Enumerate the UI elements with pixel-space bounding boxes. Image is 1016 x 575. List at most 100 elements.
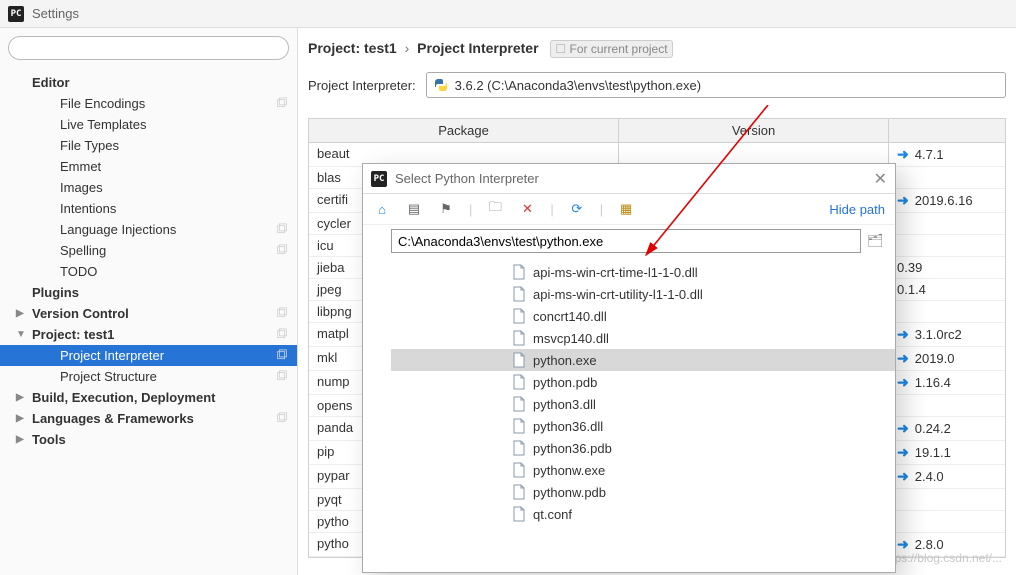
interpreter-label: Project Interpreter: (308, 78, 416, 93)
twisty-icon: ▶ (16, 392, 28, 403)
file-item[interactable]: python3.dll (391, 393, 895, 415)
file-name: python.pdb (533, 375, 597, 390)
history-icon[interactable]: 🗂 (867, 233, 885, 249)
cell-latest: ➜0.24.2 (889, 417, 1005, 440)
file-list: api-ms-win-crt-time-l1-1-0.dll api-ms-win… (363, 261, 895, 572)
sidebar-item[interactable]: Editor (0, 72, 297, 93)
sidebar-item-label: Intentions (60, 201, 116, 216)
module-icon[interactable]: ▤ (405, 200, 423, 218)
file-item[interactable]: api-ms-win-crt-utility-l1-1-0.dll (391, 283, 895, 305)
upgrade-arrow-icon: ➜ (897, 192, 909, 209)
file-item[interactable]: python36.dll (391, 415, 895, 437)
upgrade-arrow-icon: ➜ (897, 146, 909, 163)
sidebar-item-label: Plugins (32, 285, 79, 300)
sidebar-item-label: Language Injections (60, 222, 176, 237)
file-item[interactable]: msvcp140.dll (391, 327, 895, 349)
cell-latest: ➜2019.0 (889, 347, 1005, 370)
cell-latest (889, 235, 1005, 256)
watermark: https://blog.csdn.net/... (881, 551, 1002, 565)
window-title: Settings (32, 6, 79, 21)
hide-path-link[interactable]: Hide path (829, 202, 885, 217)
delete-icon[interactable]: ✕ (518, 200, 536, 218)
upgrade-arrow-icon: ➜ (897, 420, 909, 437)
sidebar-item[interactable]: Project Interpreter (0, 345, 297, 366)
cell-latest: ➜4.7.1 (889, 143, 1005, 166)
cell-latest (889, 301, 1005, 322)
new-folder-icon[interactable]: 🗀 (486, 200, 504, 218)
sidebar-item-label: Languages & Frameworks (32, 411, 194, 426)
settings-tree: EditorFile EncodingsLive Templates File T… (0, 68, 297, 575)
settings-search-input[interactable] (8, 36, 289, 60)
cell-latest: 0.1.4 (889, 279, 1005, 300)
sidebar-item-label: Version Control (32, 306, 129, 321)
breadcrumb: Project: test1 › Project Interpreter ☐ F… (308, 40, 1006, 58)
sidebar-item[interactable]: ▶ Languages & Frameworks (0, 408, 297, 429)
sidebar-item[interactable]: File Types (0, 135, 297, 156)
col-package[interactable]: Package (309, 119, 619, 142)
sidebar-item[interactable]: Emmet (0, 156, 297, 177)
col-version[interactable]: Version (619, 119, 889, 142)
upgrade-arrow-icon: ➜ (897, 326, 909, 343)
path-input[interactable] (391, 229, 861, 253)
pycharm-logo-icon: PC (371, 171, 387, 187)
sidebar-item-label: Images (60, 180, 103, 195)
sidebar-item[interactable]: TODO (0, 261, 297, 282)
sidebar-item[interactable]: ▶ Build, Execution, Deployment (0, 387, 297, 408)
dialog-title: Select Python Interpreter (395, 171, 539, 186)
sidebar-item[interactable]: Spelling (0, 240, 297, 261)
breadcrumb-scope-badge: ☐ For current project (550, 40, 672, 58)
flag-icon[interactable]: ⚑ (437, 200, 455, 218)
file-item[interactable]: pythonw.pdb (391, 481, 895, 503)
file-item[interactable]: python.pdb (391, 371, 895, 393)
sidebar-item[interactable]: File Encodings (0, 93, 297, 114)
select-interpreter-dialog: PC Select Python Interpreter ✕ ⌂ ▤ ⚑ | 🗀… (362, 163, 896, 573)
cell-latest (889, 511, 1005, 532)
file-name: api-ms-win-crt-time-l1-1-0.dll (533, 265, 698, 280)
sidebar-item[interactable]: Live Templates (0, 114, 297, 135)
refresh-icon[interactable]: ⟳ (568, 200, 586, 218)
file-item[interactable]: python36.pdb (391, 437, 895, 459)
sidebar-item[interactable]: ▶Tools (0, 429, 297, 450)
breadcrumb-project: Project: test1 (308, 40, 397, 56)
interpreter-value: 3.6.2 (C:\Anaconda3\envs\test\python.exe… (455, 78, 701, 93)
file-item[interactable]: python.exe (391, 349, 895, 371)
sidebar-item[interactable]: Plugins (0, 282, 297, 303)
home-icon[interactable]: ⌂ (373, 200, 391, 218)
file-name: python.exe (533, 353, 597, 368)
sidebar-item[interactable]: Project Structure (0, 366, 297, 387)
file-name: python36.pdb (533, 441, 612, 456)
upgrade-arrow-icon: ➜ (897, 468, 909, 485)
file-item[interactable]: api-ms-win-crt-time-l1-1-0.dll (391, 261, 895, 283)
file-name: pythonw.pdb (533, 485, 606, 500)
sidebar-item-label: Project: test1 (32, 327, 114, 342)
file-item[interactable]: concrt140.dll (391, 305, 895, 327)
file-name: concrt140.dll (533, 309, 607, 324)
twisty-icon: ▶ (16, 413, 28, 424)
sidebar-item-label: File Types (60, 138, 119, 153)
breadcrumb-page: Project Interpreter (417, 40, 538, 56)
file-item[interactable]: pythonw.exe (391, 459, 895, 481)
sidebar-item[interactable]: Intentions (0, 198, 297, 219)
col-latest[interactable] (889, 119, 1005, 142)
cell-latest: ➜3.1.0rc2 (889, 323, 1005, 346)
interpreter-dropdown[interactable]: 3.6.2 (C:\Anaconda3\envs\test\python.exe… (426, 72, 1006, 98)
close-icon[interactable]: ✕ (874, 169, 887, 189)
show-hidden-icon[interactable]: ▦ (617, 200, 635, 218)
upgrade-arrow-icon: ➜ (897, 444, 909, 461)
sidebar-item[interactable]: Language Injections (0, 219, 297, 240)
cell-latest: ➜2019.6.16 (889, 189, 1005, 212)
sidebar-item-label: Emmet (60, 159, 101, 174)
file-item[interactable]: qt.conf (391, 503, 895, 525)
sidebar-item[interactable]: ▶Version Control (0, 303, 297, 324)
file-name: msvcp140.dll (533, 331, 609, 346)
sidebar-item[interactable]: ▼Project: test1 (0, 324, 297, 345)
sidebar-item-label: TODO (60, 264, 97, 279)
upgrade-arrow-icon: ➜ (897, 374, 909, 391)
sidebar-item[interactable]: Images (0, 177, 297, 198)
python-logo-icon (433, 77, 449, 93)
sidebar-item-label: Build, Execution, Deployment (32, 390, 215, 405)
file-name: api-ms-win-crt-utility-l1-1-0.dll (533, 287, 703, 302)
sidebar-item-label: Project Interpreter (60, 348, 164, 363)
packages-header: Package Version (309, 119, 1005, 143)
upgrade-arrow-icon: ➜ (897, 350, 909, 367)
